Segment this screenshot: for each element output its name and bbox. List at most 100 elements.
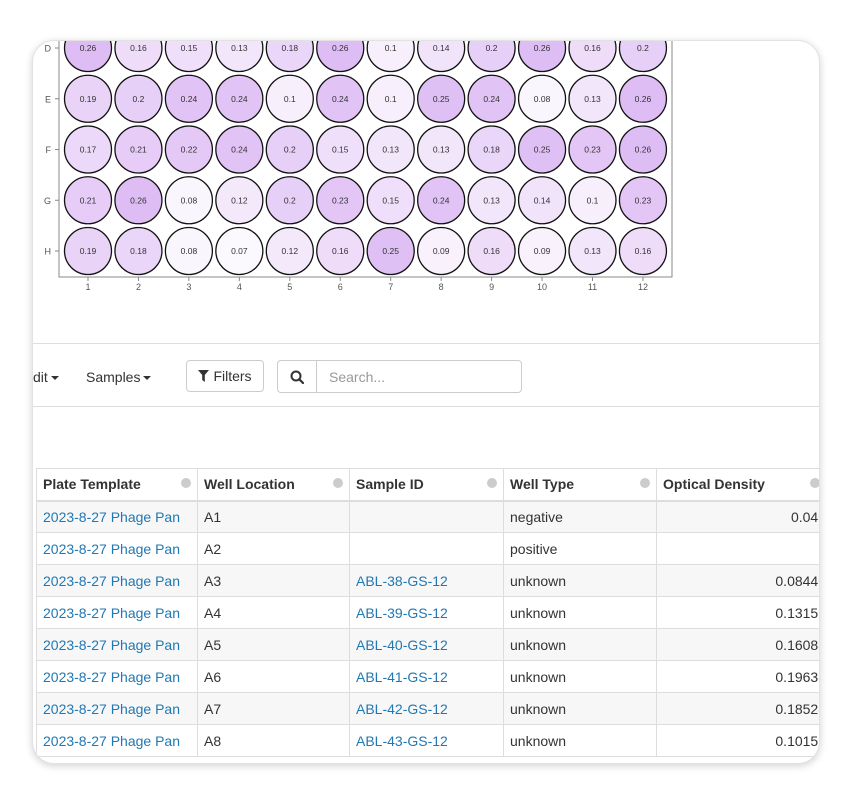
- well-value: 0.23: [332, 195, 349, 205]
- column-menu-icon[interactable]: [640, 478, 650, 488]
- column-menu-icon[interactable]: [487, 478, 497, 488]
- edit-menu-label: dit: [33, 369, 48, 385]
- plate-template-link[interactable]: 2023-8-27 Phage Pan: [43, 605, 180, 621]
- edit-menu[interactable]: dit: [33, 369, 59, 385]
- sample-id-link[interactable]: ABL-40-GS-12: [356, 637, 448, 653]
- table-cell: [349, 500, 504, 533]
- table-cell: A7: [197, 692, 350, 725]
- well-value: 0.15: [382, 195, 399, 205]
- well-value: 0.13: [231, 43, 248, 53]
- well-value: 0.24: [231, 145, 248, 155]
- column-header[interactable]: Sample ID: [349, 468, 504, 502]
- table-row: 2023-8-27 Phage Pan A7 ABL-42-GS-12 unknown…: [36, 692, 819, 725]
- well-value: 0.13: [584, 94, 601, 104]
- search-icon: [290, 370, 304, 384]
- well-value: 0.18: [483, 145, 500, 155]
- column-label: 11: [588, 282, 597, 292]
- table-cell: unknown: [503, 564, 657, 597]
- well-value: 0.18: [130, 246, 147, 256]
- table-cell: ABL-41-GS-12: [349, 660, 504, 693]
- column-header[interactable]: Well Location: [197, 468, 350, 502]
- well-value: 0.24: [332, 94, 349, 104]
- column-label: 5: [287, 282, 292, 292]
- plate-template-link[interactable]: 2023-8-27 Phage Pan: [43, 733, 180, 749]
- cell-value: unknown: [510, 700, 567, 717]
- plate-template-link[interactable]: 2023-8-27 Phage Pan: [43, 669, 180, 685]
- cell-value: positive: [510, 540, 558, 557]
- cell-value: negative: [510, 508, 563, 525]
- well-value: 0.18: [282, 43, 299, 53]
- search-group: [277, 360, 522, 393]
- table-cell: unknown: [503, 628, 657, 661]
- column-header-label: Sample ID: [356, 476, 424, 493]
- well-value: 0.1: [385, 43, 397, 53]
- plate-template-link[interactable]: 2023-8-27 Phage Pan: [43, 573, 180, 589]
- well-value: 0.23: [635, 195, 652, 205]
- sample-id-link[interactable]: ABL-42-GS-12: [356, 701, 448, 717]
- well-value: 0.2: [637, 43, 649, 53]
- table-row: 2023-8-27 Phage Pan A3 ABL-38-GS-12 unknown…: [36, 564, 819, 597]
- table-cell: 1: [656, 532, 819, 565]
- cell-value: unknown: [510, 572, 567, 589]
- table-cell: 2023-8-27 Phage Pan: [36, 724, 198, 757]
- sample-id-link[interactable]: ABL-38-GS-12: [356, 573, 448, 589]
- plate-template-link[interactable]: 2023-8-27 Phage Pan: [43, 541, 180, 557]
- cell-value: unknown: [510, 604, 567, 621]
- table-cell: 0.18528: [656, 692, 819, 725]
- table-cell: ABL-38-GS-12: [349, 564, 504, 597]
- column-header-label: Optical Density: [663, 476, 765, 493]
- column-menu-icon[interactable]: [333, 478, 343, 488]
- well-value: 0.26: [80, 43, 97, 53]
- filters-button[interactable]: Filters: [186, 360, 264, 392]
- plate-template-link[interactable]: 2023-8-27 Phage Pan: [43, 701, 180, 717]
- table-cell: A8: [197, 724, 350, 757]
- well-value: 0.07: [231, 246, 248, 256]
- well-value: 0.15: [181, 43, 198, 53]
- well-value: 0.24: [483, 94, 500, 104]
- well-value: 0.08: [181, 246, 198, 256]
- table-cell: A4: [197, 596, 350, 629]
- table-row: 2023-8-27 Phage Pan A6 ABL-41-GS-12 unknown…: [36, 660, 819, 693]
- divider: [33, 406, 819, 407]
- well-value: 0.09: [534, 246, 551, 256]
- column-label: 8: [439, 282, 444, 292]
- sample-id-link[interactable]: ABL-41-GS-12: [356, 669, 448, 685]
- caret-down-icon: [143, 376, 152, 381]
- row-label: H: [45, 247, 52, 257]
- plate-template-link[interactable]: 2023-8-27 Phage Pan: [43, 509, 180, 525]
- column-menu-icon[interactable]: [181, 478, 191, 488]
- column-menu-icon[interactable]: [810, 478, 819, 488]
- table-cell: 2023-8-27 Phage Pan: [36, 660, 198, 693]
- column-header[interactable]: Optical Density: [656, 468, 819, 502]
- column-header-label: Well Location: [204, 476, 295, 493]
- cell-value: unknown: [510, 732, 567, 749]
- sample-id-link[interactable]: ABL-39-GS-12: [356, 605, 448, 621]
- well-value: 0.13: [433, 145, 450, 155]
- well-value: 0.14: [433, 43, 450, 53]
- cell-value: A6: [204, 668, 222, 685]
- search-button[interactable]: [278, 361, 317, 392]
- column-header[interactable]: Well Type: [503, 468, 657, 502]
- caret-down-icon: [50, 376, 59, 381]
- well-value: 0.13: [382, 145, 399, 155]
- table-cell: 2023-8-27 Phage Pan: [36, 692, 198, 725]
- well-value: 0.2: [133, 94, 145, 104]
- table-cell: [349, 532, 504, 565]
- table-cell: 2023-8-27 Phage Pan: [36, 564, 198, 597]
- table-cell: 0.10159: [656, 724, 819, 757]
- app-window: D 0.26 0.16 0.15 0.13 0.18 0.26 0.1 0.14 0.2 0.26 0…: [32, 40, 820, 764]
- table-cell: A1: [197, 500, 350, 533]
- well-value: 0.16: [483, 246, 500, 256]
- well-value: 0.21: [80, 195, 97, 205]
- column-label: 6: [338, 282, 343, 292]
- well-value: 0.24: [433, 195, 450, 205]
- column-header[interactable]: Plate Template: [36, 468, 198, 502]
- samples-menu[interactable]: Samples: [86, 369, 152, 385]
- well-value: 0.1: [385, 94, 397, 104]
- sample-id-link[interactable]: ABL-43-GS-12: [356, 733, 448, 749]
- well-value: 0.22: [181, 145, 198, 155]
- column-header-label: Plate Template: [43, 476, 141, 493]
- plate-template-link[interactable]: 2023-8-27 Phage Pan: [43, 637, 180, 653]
- table-row: 2023-8-27 Phage Pan A5 ABL-40-GS-12 unknown…: [36, 628, 819, 661]
- search-input[interactable]: [317, 361, 521, 392]
